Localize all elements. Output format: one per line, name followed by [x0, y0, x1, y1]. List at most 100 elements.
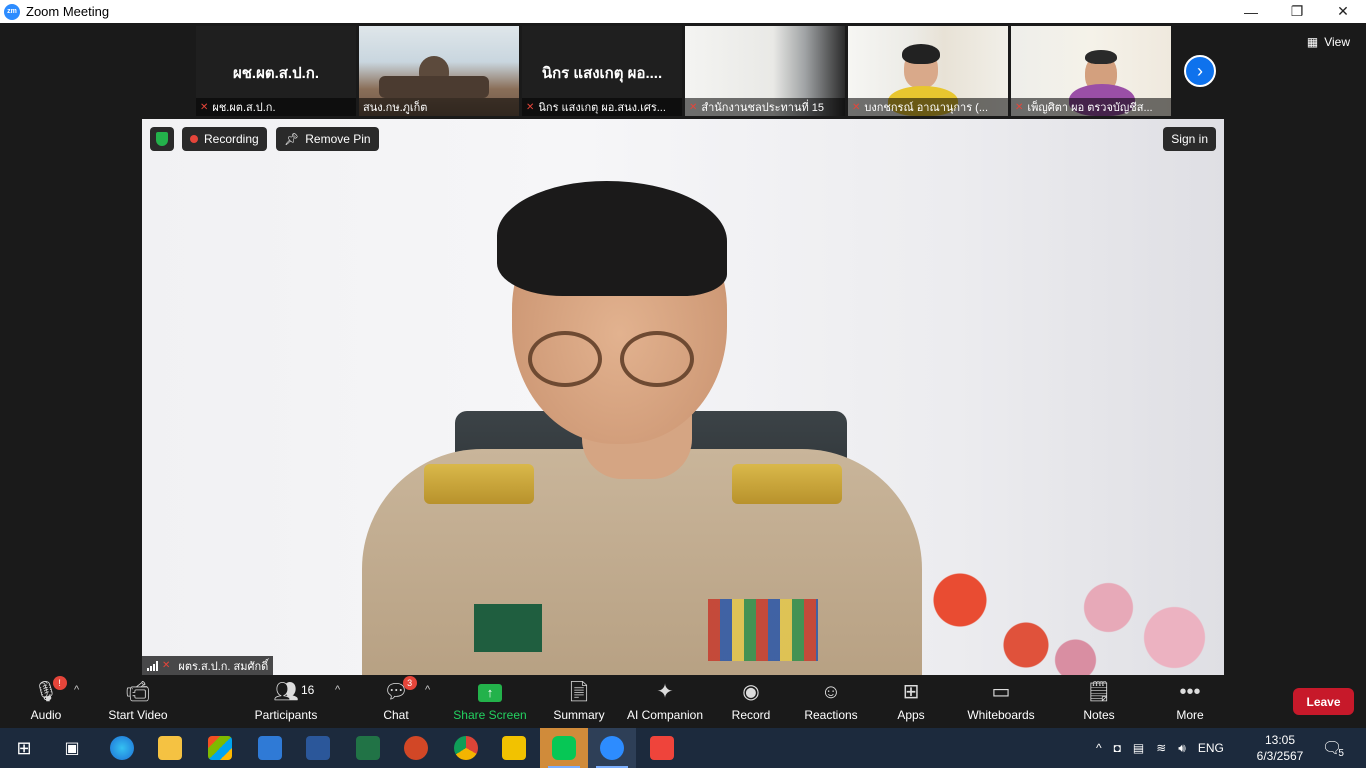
audio-options-caret[interactable]: ^: [74, 684, 79, 696]
apps-button[interactable]: ⊞ Apps: [890, 676, 932, 728]
system-tray: ^ ◘ ▤ ≋ 🔊︎ ENG: [1096, 728, 1224, 768]
participants-count: 16: [301, 683, 315, 697]
anydesk-taskbar-icon[interactable]: [638, 728, 686, 768]
line-taskbar-icon[interactable]: [540, 728, 588, 768]
sticky-app-taskbar-icon[interactable]: [490, 728, 538, 768]
participants-label: Participants: [254, 708, 318, 722]
speaker-name: ผตร.ส.ป.ก. สมศักดิ์: [178, 660, 269, 673]
clock-date: 6/3/2567: [1256, 749, 1304, 763]
file-explorer-taskbar-icon[interactable]: [146, 728, 194, 768]
ai-companion-button[interactable]: ✦ AI Companion: [624, 676, 706, 728]
participant-tile[interactable]: ✕ เพ็ญศิตา ผอ ตรวจบัญชีส...: [1011, 26, 1171, 116]
chat-unread-badge: 3: [402, 676, 417, 690]
chrome-taskbar-icon[interactable]: [442, 728, 490, 768]
powerpoint-taskbar-icon[interactable]: [392, 728, 440, 768]
edge-taskbar-icon[interactable]: [98, 728, 146, 768]
store-taskbar-icon[interactable]: [196, 728, 244, 768]
tray-overflow-icon[interactable]: ^: [1096, 741, 1102, 755]
participants-options-caret[interactable]: ^: [335, 684, 340, 696]
close-button[interactable]: ✕: [1320, 0, 1366, 23]
windows-taskbar: ⊞ ▣ ^ ◘ ▤ ≋ 🔊︎ ENG 13:05 6/3/2567 🗨︎ 5: [0, 728, 1366, 768]
excel-taskbar-icon[interactable]: [344, 728, 392, 768]
volume-icon[interactable]: 🔊︎: [1178, 741, 1186, 756]
audio-button[interactable]: 🎙︎! Audio: [22, 676, 70, 728]
whiteboards-label: Whiteboards: [967, 708, 1035, 722]
next-page-button[interactable]: ›: [1184, 55, 1216, 87]
more-label: More: [1176, 708, 1204, 722]
record-label: Record: [731, 708, 771, 722]
maximize-button[interactable]: ❐: [1274, 0, 1320, 23]
shield-icon: [156, 132, 168, 146]
remove-pin-label: Remove Pin: [305, 132, 371, 146]
word-taskbar-icon[interactable]: [294, 728, 342, 768]
wifi-icon[interactable]: ≋: [1156, 741, 1166, 755]
participant-big-name: นิกร แสงเกตุ ผอ....: [541, 65, 663, 82]
recording-label: Recording: [204, 132, 259, 146]
mic-muted-icon: ✕: [162, 660, 171, 671]
windows-logo-icon: ⊞: [16, 737, 32, 758]
uniform-ribbons: [708, 599, 818, 661]
participant-caption: ✕ เพ็ญศิตา ผอ ตรวจบัญชีส...: [1011, 98, 1171, 116]
action-center-button[interactable]: 🗨︎ 5: [1322, 728, 1344, 768]
notes-button[interactable]: 🗒︎ Notes: [1078, 676, 1120, 728]
network-display-icon[interactable]: ▤: [1133, 741, 1144, 755]
chat-options-caret[interactable]: ^: [425, 684, 430, 696]
reactions-button[interactable]: ☺︎ Reactions: [800, 676, 862, 728]
minimize-button[interactable]: —: [1228, 0, 1274, 23]
remove-pin-button[interactable]: 📌︎ Remove Pin: [276, 127, 379, 151]
participant-big-name: ผช.ผต.ส.ป.ก.: [232, 65, 320, 82]
participant-tile[interactable]: ผช.ผต.ส.ป.ก. ✕ ผช.ผต.ส.ป.ก.: [196, 26, 356, 116]
task-view-button[interactable]: ▣: [48, 728, 96, 768]
chat-label: Chat: [383, 708, 409, 722]
sparkle-icon: ✦: [656, 681, 674, 703]
summary-button[interactable]: 📄︎ Summary: [548, 676, 610, 728]
epaulette-right: [732, 464, 842, 504]
view-button[interactable]: ▦ View: [1307, 35, 1350, 49]
participant-caption: ✕ สำนักงานชลประทานที่ 15: [685, 98, 845, 116]
whiteboards-button[interactable]: ▭ Whiteboards: [962, 676, 1040, 728]
sign-in-label: Sign in: [1171, 132, 1208, 146]
start-button[interactable]: ⊞: [0, 728, 48, 768]
summary-icon: 📄︎: [566, 681, 592, 703]
language-indicator[interactable]: ENG: [1198, 741, 1224, 755]
mail-taskbar-icon[interactable]: [246, 728, 294, 768]
video-person-glasses: [528, 331, 698, 389]
reactions-label: Reactions: [804, 708, 858, 722]
video-flowers: [894, 525, 1224, 675]
clock-time: 13:05: [1264, 733, 1296, 747]
participant-tile[interactable]: นิกร แสงเกตุ ผอ.... ✕ นิกร แสงเกตุ ผอ.สนง…: [522, 26, 682, 116]
leave-button[interactable]: Leave: [1293, 688, 1354, 715]
share-screen-label: Share Screen: [453, 708, 527, 722]
whiteboard-icon: ▭: [991, 681, 1011, 703]
recording-indicator[interactable]: Recording: [182, 127, 267, 151]
zoom-taskbar-icon[interactable]: [588, 728, 636, 768]
more-button[interactable]: ••• More: [1170, 676, 1210, 728]
notification-count: 5: [1338, 747, 1344, 759]
more-dots-icon: •••: [1179, 681, 1201, 703]
video-person-hair: [497, 181, 727, 296]
mic-muted-icon: ✕: [200, 101, 209, 113]
record-button[interactable]: ◉ Record: [726, 676, 776, 728]
meeting-area: ผช.ผต.ส.ป.ก. ✕ ผช.ผต.ส.ป.ก. สนง.กษ.ภูเก็ต…: [0, 23, 1366, 676]
video-off-icon: 📹︎: [125, 681, 151, 703]
record-icon: ◉: [742, 681, 760, 703]
chat-button[interactable]: 💬︎ 3 Chat: [372, 676, 420, 728]
mic-muted-icon: ✕: [1015, 101, 1024, 113]
main-video[interactable]: Recording 📌︎ Remove Pin Sign in ✕ ผตร.ส.…: [142, 119, 1224, 675]
participant-caption: ✕ บงกชกรณ์ อาณานุการ (...: [848, 98, 1008, 116]
share-screen-button[interactable]: ↑ Share Screen: [450, 676, 530, 728]
participant-tile[interactable]: ✕ สำนักงานชลประทานที่ 15: [685, 26, 845, 116]
notes-icon: 🗒︎: [1086, 681, 1112, 703]
emoji-add-icon: ☺︎: [820, 681, 842, 703]
thumbnail-strip: ผช.ผต.ส.ป.ก. ✕ ผช.ผต.ส.ป.ก. สนง.กษ.ภูเก็ต…: [196, 26, 1171, 116]
participant-tile[interactable]: สนง.กษ.ภูเก็ต: [359, 26, 519, 116]
participant-tile[interactable]: ✕ บงกชกรณ์ อาณานุการ (...: [848, 26, 1008, 116]
microphone-icon: 🎙︎!: [33, 676, 67, 702]
uniform-badge: [474, 604, 542, 652]
start-video-button[interactable]: 📹︎ Start Video: [100, 676, 176, 728]
window-title: Zoom Meeting: [26, 4, 110, 19]
sign-in-button[interactable]: Sign in: [1163, 127, 1216, 151]
taskbar-clock[interactable]: 13:05 6/3/2567: [1244, 732, 1316, 764]
encryption-shield-button[interactable]: [150, 127, 174, 151]
meet-now-icon[interactable]: ◘: [1114, 741, 1121, 755]
